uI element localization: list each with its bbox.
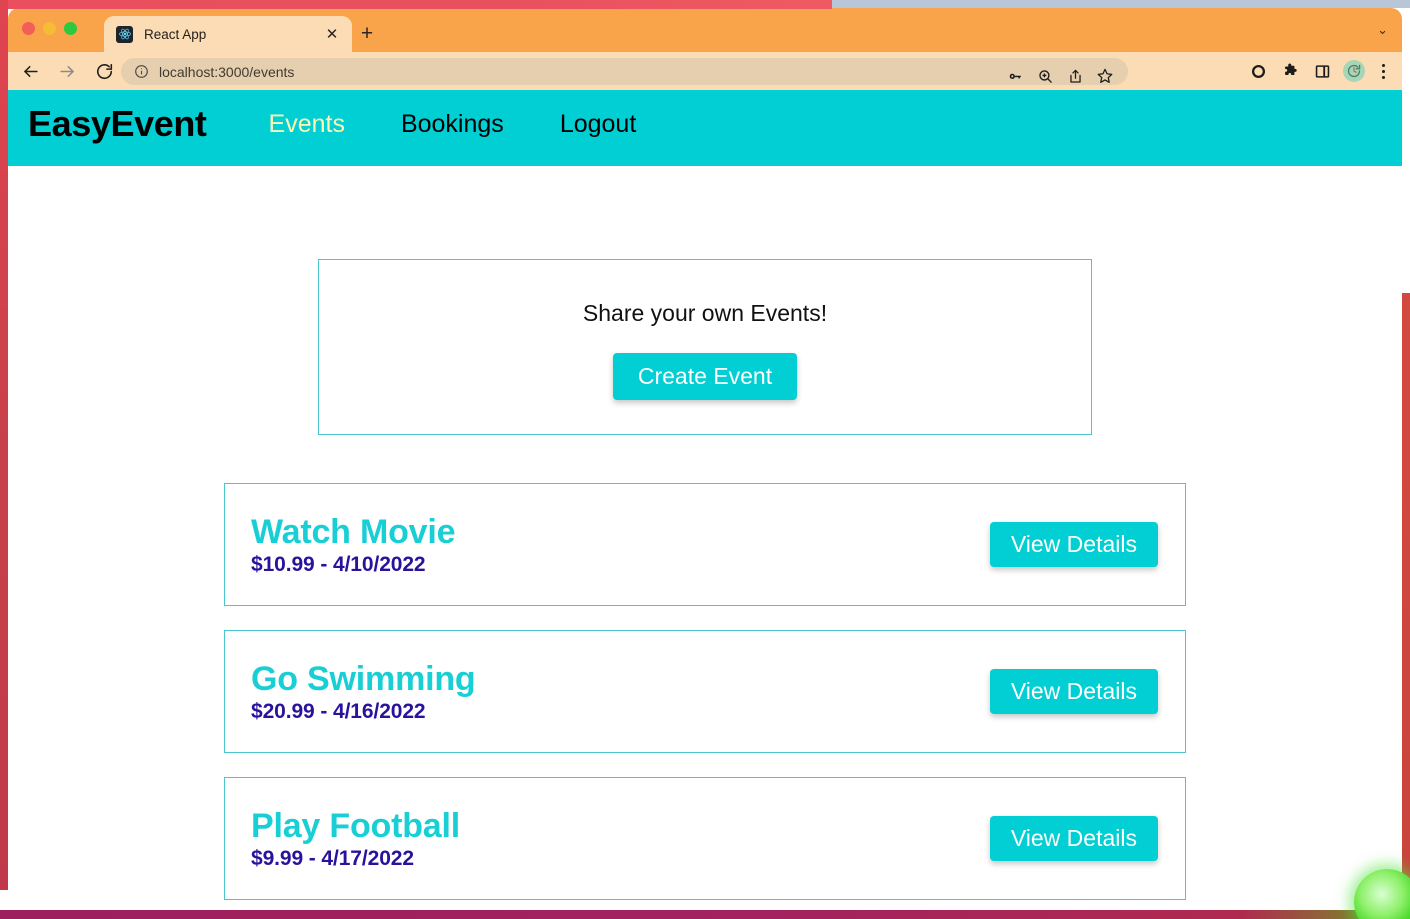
toolbar-right-icons xyxy=(1242,57,1396,85)
reload-icon[interactable] xyxy=(89,56,119,86)
view-details-button[interactable]: View Details xyxy=(989,669,1158,715)
app-nav-links: Events Bookings Logout xyxy=(269,110,637,139)
share-events-panel: Share your own Events! Create Event xyxy=(318,259,1092,436)
share-panel-title: Share your own Events! xyxy=(582,300,828,326)
frame-top-right-edge xyxy=(832,0,1410,8)
frame-top-edge xyxy=(0,0,832,9)
tab-strip: React App ✕ + ⌄ xyxy=(8,8,1402,52)
zoom-icon[interactable] xyxy=(1030,62,1060,90)
event-price-date: $20.99 - 4/16/2022 xyxy=(251,699,426,723)
close-tab-icon[interactable]: ✕ xyxy=(322,24,342,44)
chevron-down-icon[interactable]: ⌄ xyxy=(1377,23,1388,36)
frame-right-edge xyxy=(1402,293,1410,919)
browser-tab-title: React App xyxy=(144,26,207,42)
address-bar-url[interactable]: localhost:3000/events xyxy=(159,64,294,80)
share-icon[interactable] xyxy=(1060,62,1090,90)
page-viewport: EasyEvent Events Bookings Logout Share y… xyxy=(8,82,1402,910)
react-logo-icon xyxy=(116,25,133,43)
screen-root: React App ✕ + ⌄ localhost:3000/events Ea… xyxy=(0,0,1410,919)
frame-bottom-edge xyxy=(0,910,1410,919)
maximize-window-button[interactable] xyxy=(64,22,77,35)
address-bar[interactable]: localhost:3000/events xyxy=(121,58,1128,85)
browser-menu-icon[interactable] xyxy=(1370,57,1396,85)
event-info: Go Swimming $20.99 - 4/16/2022 xyxy=(251,659,476,724)
forward-icon[interactable] xyxy=(52,56,82,86)
event-card-watch-movie[interactable]: Watch Movie $10.99 - 4/10/2022 View Deta… xyxy=(224,483,1186,607)
nav-item-logout[interactable]: Logout xyxy=(560,110,636,139)
event-card-play-football[interactable]: Play Football $9.99 - 4/17/2022 View Det… xyxy=(224,777,1186,901)
nav-item-bookings[interactable]: Bookings xyxy=(401,110,504,139)
close-window-button[interactable] xyxy=(22,22,35,35)
event-title: Play Football xyxy=(251,806,460,845)
back-icon[interactable] xyxy=(15,56,45,86)
event-info: Watch Movie $10.99 - 4/10/2022 xyxy=(251,512,456,577)
event-info: Play Football $9.99 - 4/17/2022 xyxy=(251,807,460,871)
side-panel-icon[interactable] xyxy=(1306,57,1338,85)
view-details-button[interactable]: View Details xyxy=(989,816,1158,862)
event-list: Watch Movie $10.99 - 4/10/2022 View Deta… xyxy=(224,483,1186,901)
event-price-date: $9.99 - 4/17/2022 xyxy=(251,846,414,870)
frame-left-edge xyxy=(0,0,8,890)
window-traffic-lights[interactable] xyxy=(22,22,77,35)
browser-chrome: React App ✕ + ⌄ localhost:3000/events xyxy=(8,8,1402,90)
bookmark-star-icon[interactable] xyxy=(1090,62,1120,90)
browser-toolbar: localhost:3000/events xyxy=(8,52,1402,90)
create-event-button[interactable]: Create Event xyxy=(612,353,798,401)
password-key-icon[interactable] xyxy=(1000,62,1030,90)
event-title: Watch Movie xyxy=(251,512,456,551)
circle-icon[interactable] xyxy=(1242,57,1274,85)
browser-tab[interactable]: React App ✕ xyxy=(104,16,352,52)
extensions-puzzle-icon[interactable] xyxy=(1274,57,1306,85)
event-title: Go Swimming xyxy=(251,659,476,698)
minimize-window-button[interactable] xyxy=(43,22,56,35)
app-navigation-bar: EasyEvent Events Bookings Logout xyxy=(8,82,1402,166)
event-card-go-swimming[interactable]: Go Swimming $20.99 - 4/16/2022 View Deta… xyxy=(224,630,1186,754)
page-content: Share your own Events! Create Event Watc… xyxy=(8,259,1402,901)
history-clock-avatar-icon[interactable] xyxy=(1338,57,1370,85)
nav-item-events[interactable]: Events xyxy=(269,110,345,139)
app-brand-logo[interactable]: EasyEvent xyxy=(28,103,207,145)
view-details-button[interactable]: View Details xyxy=(989,522,1158,568)
event-price-date: $10.99 - 4/10/2022 xyxy=(251,552,426,576)
address-bar-actions xyxy=(1000,62,1120,90)
site-info-icon[interactable] xyxy=(133,64,149,80)
avatar[interactable] xyxy=(1343,60,1365,82)
new-tab-icon[interactable]: + xyxy=(356,22,378,44)
